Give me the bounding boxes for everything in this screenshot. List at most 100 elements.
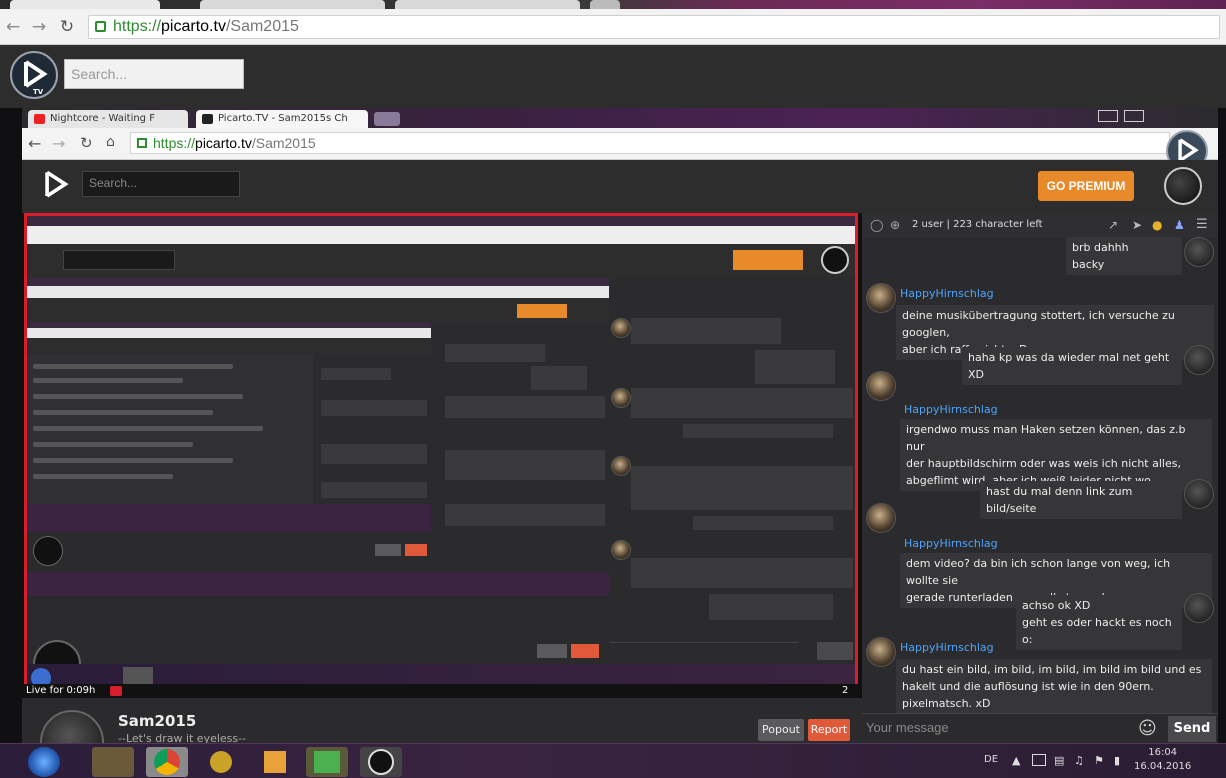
language-indicator[interactable]: DE <box>984 754 998 765</box>
new-tab-button[interactable] <box>374 112 400 126</box>
chat-username[interactable]: HappyHirnschlag <box>904 403 998 416</box>
nested-chat-bubble <box>445 450 605 480</box>
chat-message-input[interactable]: Your message <box>866 720 949 735</box>
browser-tab[interactable] <box>395 0 580 9</box>
obs-logo-icon <box>368 749 394 775</box>
picarto-logo[interactable]: TV <box>10 51 58 99</box>
inner-search-input[interactable]: Search... <box>82 171 240 197</box>
record-icon <box>110 686 122 696</box>
nested-address-bar <box>27 226 855 244</box>
nested-premium <box>733 250 803 270</box>
tray-network-icon[interactable]: ▤ <box>1054 754 1064 767</box>
nested-chat-bubble <box>321 368 391 380</box>
nested-chat-bubble <box>631 388 853 418</box>
reload-icon[interactable]: ↻ <box>80 134 93 152</box>
obs-icon[interactable] <box>360 747 402 777</box>
nested-chat-bubble <box>445 504 605 526</box>
inner-url-field[interactable]: https://picarto.tv/Sam2015 <box>130 132 1170 154</box>
picarto-tab-icon <box>202 114 213 124</box>
forward-arrow-icon[interactable]: → <box>52 134 65 153</box>
chat-username[interactable]: HappyHirnschlag <box>904 537 998 550</box>
nested-chat-bubble <box>321 400 427 416</box>
nested-popout <box>537 644 567 658</box>
app-icon[interactable] <box>200 747 242 777</box>
emoji-icon[interactable]: ● <box>1152 213 1162 237</box>
back-arrow-icon[interactable]: ← <box>28 134 41 153</box>
menu-icon[interactable]: ☰ <box>1196 213 1208 237</box>
chat-message-self: hast du mal denn link zum bild/seite <box>980 481 1182 519</box>
nested-chat-bubble <box>631 318 781 344</box>
forward-arrow-icon[interactable]: → <box>30 18 48 36</box>
taskbar-clock[interactable]: 16:04 16.04.2016 <box>1134 746 1191 774</box>
browser-tab-bar <box>0 0 1226 9</box>
windows-taskbar: DE ▲ ▤ ♫ ⚑ ▮ 16:04 16.04.2016 <box>0 743 1226 778</box>
go-premium-button[interactable]: GO PREMIUM <box>1038 171 1134 201</box>
chat-panel: ◯ ⊕ 2 user | 223 character left ↗ ➤ ● ♟ … <box>862 213 1218 743</box>
stream-video[interactable] <box>24 213 858 698</box>
nested-tab-bar <box>27 278 609 286</box>
new-tab-button[interactable] <box>590 0 620 9</box>
tray-windows-icon[interactable] <box>1032 754 1046 766</box>
tray-flag-icon[interactable]: ⚑ <box>1094 754 1104 767</box>
url-field[interactable]: https://picarto.tv/Sam2015 <box>88 15 1220 39</box>
nested-header <box>27 244 855 278</box>
back-arrow-icon[interactable]: ← <box>4 18 22 36</box>
chat-avatar <box>1184 237 1214 267</box>
chrome-logo-icon <box>154 749 180 775</box>
chat-username[interactable]: HappyHirnschlag <box>900 287 994 300</box>
nested-search <box>63 250 175 270</box>
nested-address-bar <box>27 286 609 298</box>
chat-avatar <box>866 637 896 667</box>
media-player-icon[interactable] <box>254 747 296 777</box>
streamer-bar: Sam2015 --Let's draw it eyeless-- Popout… <box>22 698 862 774</box>
svg-text:TV: TV <box>33 88 44 96</box>
chat-status: 2 user | 223 character left <box>912 219 1043 230</box>
nested-chat-avatar <box>611 456 631 476</box>
nested-popout <box>375 544 401 556</box>
nested-chat <box>609 278 855 638</box>
popout-icon[interactable]: ↗ <box>1108 213 1118 237</box>
search-input[interactable]: Search... <box>64 59 244 89</box>
report-button[interactable]: Report <box>808 719 850 741</box>
nested-chat-bubble <box>321 444 427 464</box>
chat-message: du hast ein bild, im bild, im bild, im b… <box>896 659 1212 714</box>
popout-button[interactable]: Popout <box>758 719 804 741</box>
send-icon[interactable]: ➤ <box>1132 213 1142 237</box>
inner-tab-active[interactable]: Picarto.TV - Sam2015s Ch <box>196 110 368 128</box>
nested-chat-bubble <box>693 516 833 530</box>
nested-chat-input <box>609 642 799 660</box>
chat-add-icon[interactable]: ⊕ <box>890 213 900 237</box>
user-avatar[interactable] <box>1164 167 1202 205</box>
tray-battery-icon[interactable]: ▮ <box>1114 754 1120 767</box>
nested-line <box>33 458 233 463</box>
chat-settings-icon[interactable]: ◯ <box>870 213 883 237</box>
chrome-icon[interactable] <box>146 747 188 777</box>
reload-icon[interactable]: ↻ <box>58 18 76 36</box>
home-icon[interactable]: ⌂ <box>106 134 115 150</box>
nested-streamer-bar <box>27 638 855 688</box>
inner-picarto-logo[interactable] <box>38 166 78 206</box>
paint-app-icon[interactable] <box>306 747 348 777</box>
window-minimize-icon[interactable] <box>1098 110 1118 122</box>
user-icon[interactable]: ♟ <box>1174 213 1185 237</box>
nested-streamer-bar <box>27 532 609 572</box>
send-button[interactable]: Send <box>1168 716 1216 742</box>
inner-tab-bar: Nightcore - Waiting F Picarto.TV - Sam20… <box>22 108 1218 128</box>
chat-username[interactable]: HappyHirnschlag <box>900 641 994 654</box>
window-maximize-icon[interactable] <box>1124 110 1144 122</box>
nested-chat-avatar <box>611 388 631 408</box>
windows-start-icon[interactable] <box>28 747 60 777</box>
tray-volume-icon[interactable]: ♫ <box>1074 754 1084 767</box>
chat-avatar <box>866 503 896 533</box>
tray-arrow-icon[interactable]: ▲ <box>1012 754 1020 767</box>
file-explorer-icon[interactable] <box>92 747 134 777</box>
streamer-name[interactable]: Sam2015 <box>118 712 196 730</box>
browser-tab[interactable] <box>10 0 160 9</box>
biohazard-icon <box>210 751 232 773</box>
nested-avatar <box>821 246 849 274</box>
emoji-picker-icon[interactable]: ☺ <box>1138 718 1157 739</box>
nested-line <box>33 426 263 431</box>
browser-tab[interactable] <box>200 0 385 9</box>
nested-chat-3 <box>313 354 431 524</box>
inner-tab[interactable]: Nightcore - Waiting F <box>28 110 188 128</box>
